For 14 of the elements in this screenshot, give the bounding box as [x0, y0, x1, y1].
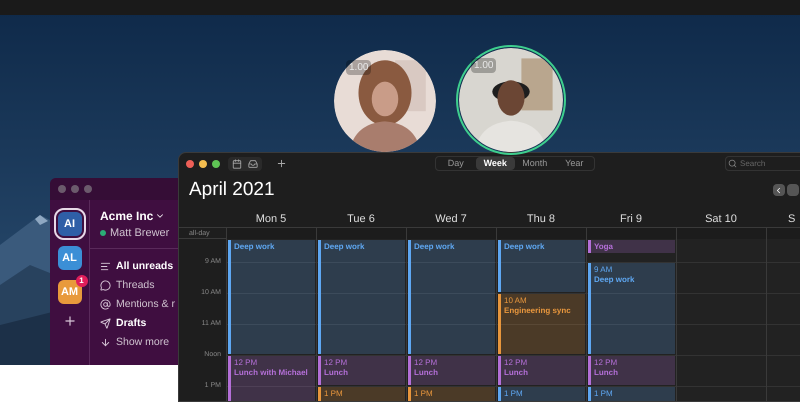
event-time: 1 PM [324, 388, 344, 399]
event-title: Lunch [594, 368, 619, 378]
event-title: Lunch with Michael [234, 368, 309, 378]
event-block[interactable]: 1 PM [588, 386, 675, 401]
event-title: Lunch [414, 368, 439, 378]
event-block[interactable]: 1 PM [408, 386, 495, 401]
event-block[interactable]: 1 PM [498, 386, 585, 401]
event-time: 1 PM [414, 388, 434, 399]
event-block[interactable]: 12 PM Lunch with Michael [228, 356, 315, 401]
event-time: 1 PM [504, 388, 524, 399]
event-title: Lunch [504, 368, 529, 378]
event-time: 1 PM [594, 388, 614, 399]
event-block[interactable]: 1 PM [318, 386, 405, 401]
event-title: Lunch [324, 368, 349, 378]
